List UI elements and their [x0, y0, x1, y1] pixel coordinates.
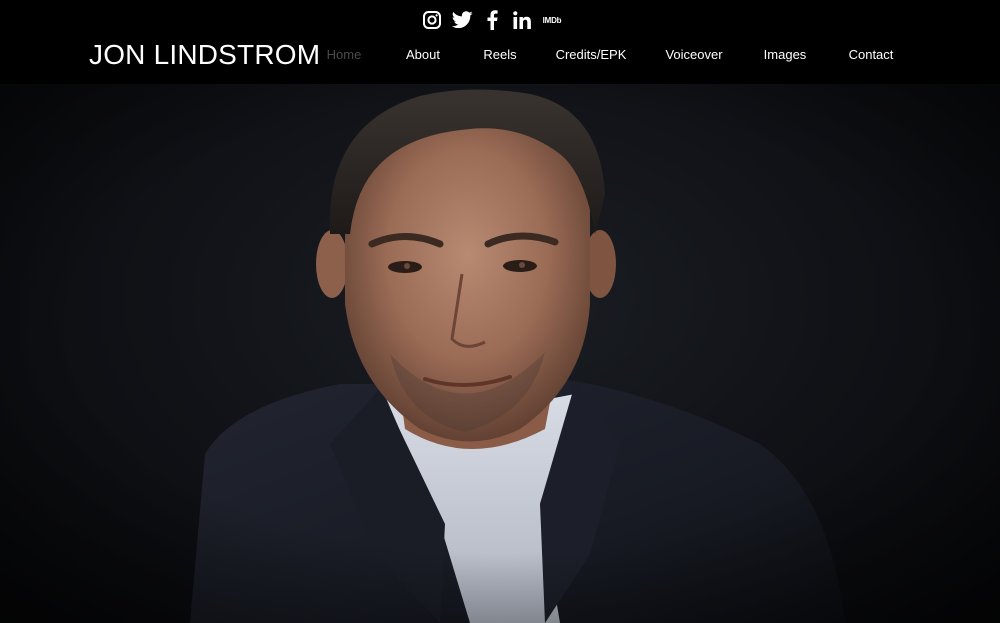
hero-portrait: [0, 84, 1000, 623]
nav-item-about[interactable]: About: [406, 44, 440, 66]
nav-item-credits-epk[interactable]: Credits/EPK: [556, 44, 627, 66]
nav-item-reels[interactable]: Reels: [483, 44, 516, 66]
linkedin-icon[interactable]: [511, 9, 533, 31]
portrait-image: [0, 84, 1000, 623]
instagram-icon[interactable]: [421, 9, 443, 31]
nav-item-home[interactable]: Home: [327, 44, 362, 66]
imdb-icon[interactable]: IMDb: [541, 9, 563, 31]
nav-item-voiceover[interactable]: Voiceover: [665, 44, 722, 66]
nav-item-images[interactable]: Images: [764, 44, 807, 66]
main-nav: Home About Reels Credits/EPK Voiceover I…: [0, 44, 1000, 66]
nav-item-contact[interactable]: Contact: [849, 44, 894, 66]
site-header: JON LINDSTROM IMDb Home About Reels Cred…: [0, 0, 1000, 84]
twitter-icon[interactable]: [451, 9, 473, 31]
social-bar: IMDb: [421, 9, 571, 31]
facebook-icon[interactable]: [481, 9, 503, 31]
